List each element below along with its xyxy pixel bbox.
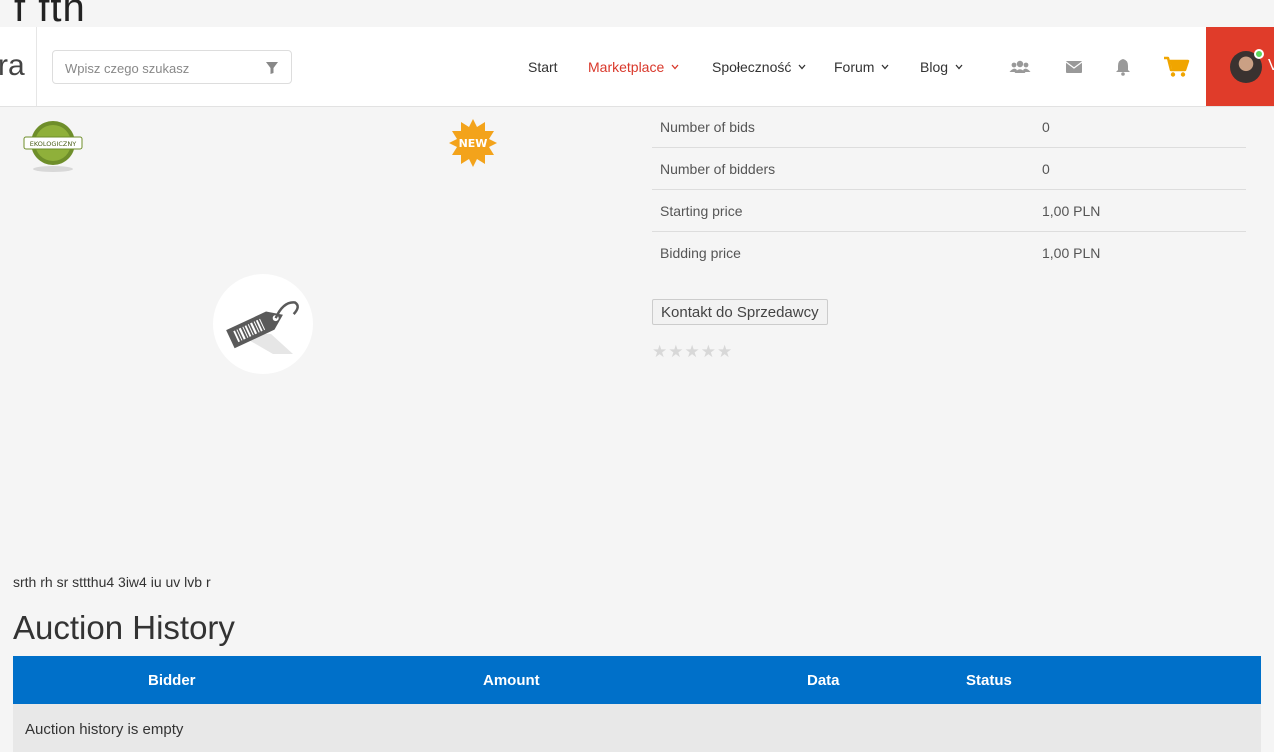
detail-label: Starting price [660,203,743,219]
detail-label: Number of bids [660,119,755,135]
chevron-down-icon [955,64,963,69]
star-icon[interactable]: ★ [701,343,716,360]
eco-badge-label: EKOLOGICZNY [30,140,76,148]
header-divider [36,27,37,106]
star-icon[interactable]: ★ [717,343,732,360]
detail-value: 0 [1042,161,1050,177]
detail-value: 1,00 PLN [1042,203,1101,219]
chevron-down-icon [881,64,889,69]
detail-label: Bidding price [660,245,741,261]
search-input[interactable] [63,57,257,79]
user-name-fragment: V [1268,57,1274,74]
users-icon[interactable] [1009,57,1031,77]
detail-value: 0 [1042,119,1050,135]
contact-seller-button[interactable]: Kontakt do Sprzedawcy [652,299,828,325]
detail-label: Number of bidders [660,161,776,177]
detail-row-bids: Number of bids 0 [652,106,1246,148]
star-icon[interactable]: ★ [685,343,700,360]
envelope-icon[interactable] [1063,57,1085,77]
product-image-placeholder[interactable] [213,274,313,374]
auction-history-title: Auction History [13,609,235,646]
column-header-data[interactable]: Data [807,672,840,689]
column-header-amount[interactable]: Amount [483,672,540,689]
eco-badge-icon: EKOLOGICZNY [23,121,83,172]
detail-value: 1,00 PLN [1042,245,1101,261]
auction-details-table: Number of bids 0 Number of bidders 0 Sta… [652,106,1246,273]
filter-icon[interactable] [265,61,279,75]
auction-history-table: Bidder Amount Data Status Auction histor… [13,656,1261,752]
bell-icon[interactable] [1112,57,1134,77]
search-box [52,50,292,84]
top-header: ra Start Marketplace Społeczność Forum B… [0,27,1274,107]
nav-item-spolecznosc[interactable]: Społeczność [712,27,806,106]
nav-item-forum[interactable]: Forum [834,27,889,106]
nav-forum-label: Forum [834,58,875,75]
chevron-down-icon [671,64,679,69]
cart-icon[interactable] [1163,56,1191,78]
nav-blog-label: Blog [920,58,949,75]
column-header-bidder[interactable]: Bidder [148,672,196,689]
chevron-down-icon [798,64,806,69]
online-status-icon [1254,49,1264,59]
logo[interactable]: ra [0,49,25,83]
rating-stars[interactable]: ★ ★ ★ ★ ★ [652,343,732,360]
price-tag-icon [226,301,299,354]
detail-row-bidders: Number of bidders 0 [652,148,1246,190]
new-badge-icon: NEW [449,119,497,167]
empty-history-message: Auction history is empty [25,721,184,738]
nav-start-label: Start [528,58,558,75]
star-icon[interactable]: ★ [652,343,667,360]
table-row: Auction history is empty [13,704,1261,752]
user-menu[interactable]: V [1206,27,1274,106]
nav-item-marketplace[interactable]: Marketplace [588,27,679,106]
nav-spolecznosc-label: Społeczność [712,58,792,75]
detail-row-starting-price: Starting price 1,00 PLN [652,190,1246,232]
column-header-status[interactable]: Status [966,672,1012,689]
star-icon[interactable]: ★ [668,343,683,360]
product-description: srth rh sr sttthu4 3iw4 iu uv lvb r [13,574,211,590]
new-badge-label: NEW [459,137,488,150]
table-header: Bidder Amount Data Status [13,656,1261,704]
nav-item-start[interactable]: Start [528,27,558,106]
detail-row-bidding-price: Bidding price 1,00 PLN [652,232,1246,273]
nav-marketplace-label: Marketplace [588,58,665,75]
nav-item-blog[interactable]: Blog [920,27,963,106]
